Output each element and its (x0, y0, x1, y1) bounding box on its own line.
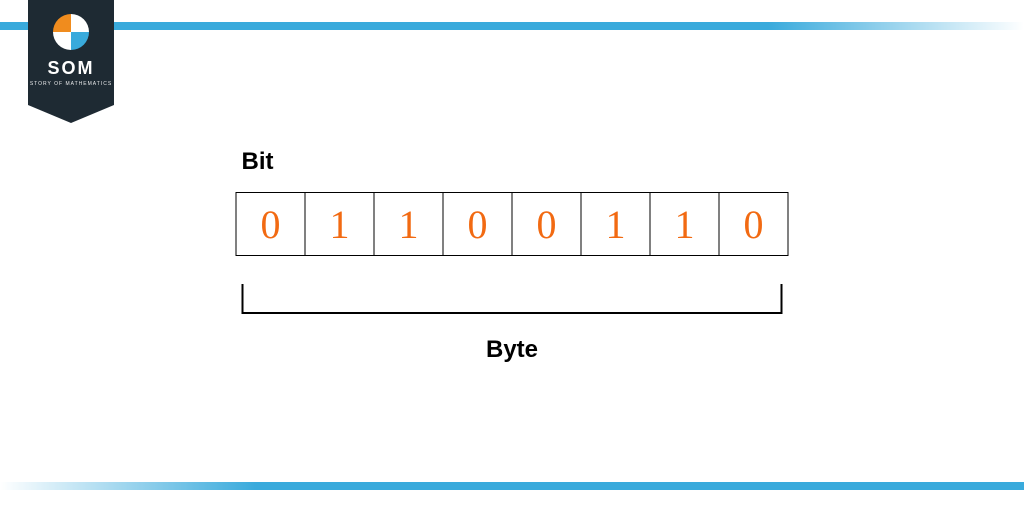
bit-byte-diagram: Bit 0 1 1 0 0 1 1 0 Byte (236, 148, 789, 364)
bit-cell: 1 (651, 193, 720, 255)
bit-cell: 1 (375, 193, 444, 255)
logo-subtitle: STORY OF MATHEMATICS (28, 81, 114, 87)
bit-cell: 0 (513, 193, 582, 255)
bit-cell: 1 (582, 193, 651, 255)
top-accent-bar (0, 22, 1024, 30)
site-logo-badge: SOM STORY OF MATHEMATICS (28, 0, 114, 105)
byte-bracket (242, 284, 783, 314)
byte-label: Byte (236, 336, 789, 364)
bit-cell: 0 (237, 193, 306, 255)
bit-cell: 0 (444, 193, 513, 255)
bottom-accent-bar (0, 482, 1024, 490)
logo-title: SOM (28, 58, 114, 79)
bit-cell: 1 (306, 193, 375, 255)
bit-label: Bit (242, 148, 789, 176)
logo-icon (53, 14, 89, 50)
bit-cell: 0 (720, 193, 788, 255)
bit-cells-row: 0 1 1 0 0 1 1 0 (236, 192, 789, 256)
